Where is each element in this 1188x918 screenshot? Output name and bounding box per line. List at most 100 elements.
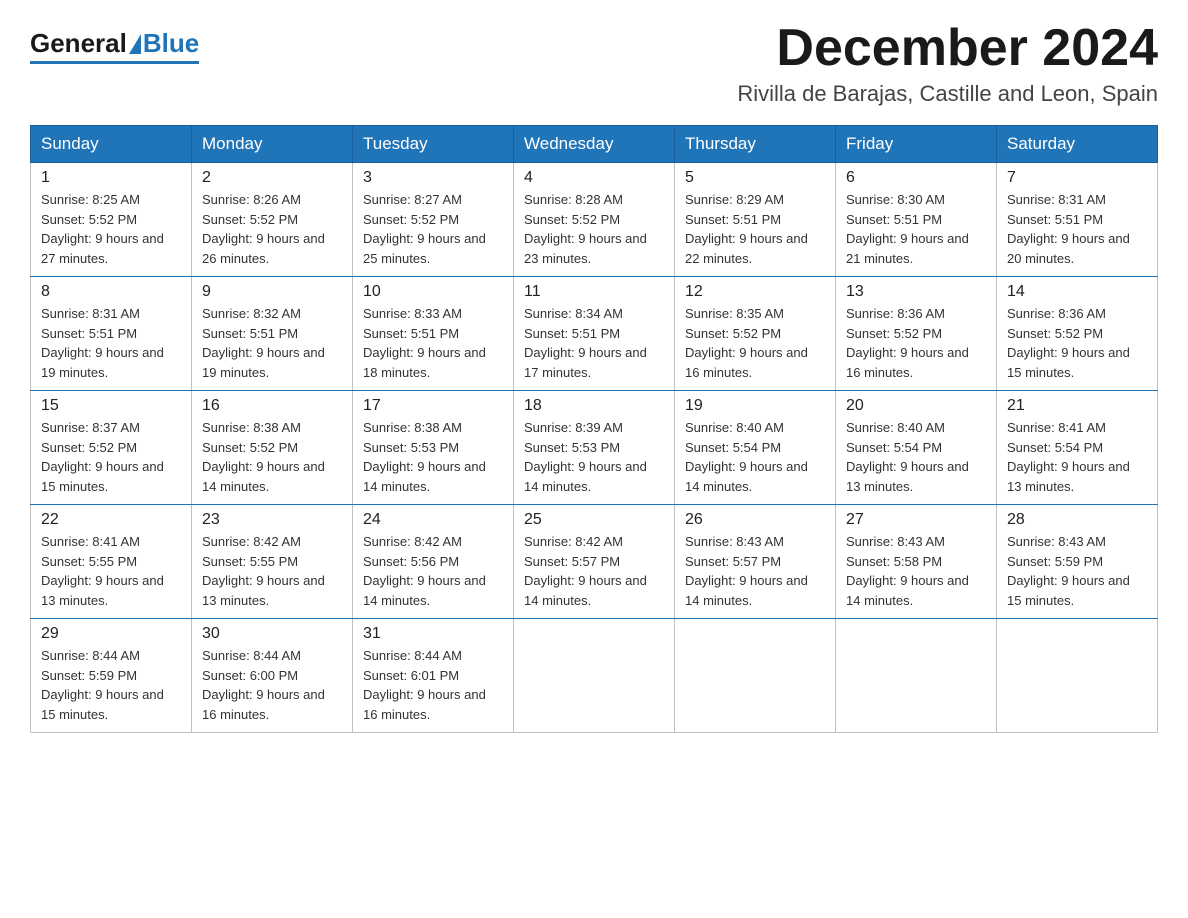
day-number: 17 [363, 397, 503, 415]
day-info: Sunrise: 8:31 AMSunset: 5:51 PMDaylight:… [1007, 192, 1130, 266]
day-info: Sunrise: 8:41 AMSunset: 5:54 PMDaylight:… [1007, 420, 1130, 494]
day-number: 1 [41, 169, 181, 187]
table-row: 10 Sunrise: 8:33 AMSunset: 5:51 PMDaylig… [353, 277, 514, 391]
calendar-week-row: 15 Sunrise: 8:37 AMSunset: 5:52 PMDaylig… [31, 391, 1158, 505]
col-monday: Monday [192, 126, 353, 163]
table-row [514, 619, 675, 733]
day-number: 9 [202, 283, 342, 301]
title-block: December 2024 Rivilla de Barajas, Castil… [737, 20, 1158, 107]
day-info: Sunrise: 8:44 AMSunset: 6:00 PMDaylight:… [202, 648, 325, 722]
day-number: 21 [1007, 397, 1147, 415]
day-info: Sunrise: 8:37 AMSunset: 5:52 PMDaylight:… [41, 420, 164, 494]
day-number: 22 [41, 511, 181, 529]
table-row: 20 Sunrise: 8:40 AMSunset: 5:54 PMDaylig… [836, 391, 997, 505]
day-info: Sunrise: 8:26 AMSunset: 5:52 PMDaylight:… [202, 192, 325, 266]
day-info: Sunrise: 8:40 AMSunset: 5:54 PMDaylight:… [685, 420, 808, 494]
day-number: 27 [846, 511, 986, 529]
table-row: 13 Sunrise: 8:36 AMSunset: 5:52 PMDaylig… [836, 277, 997, 391]
logo-general-text: General [30, 28, 127, 59]
day-info: Sunrise: 8:35 AMSunset: 5:52 PMDaylight:… [685, 306, 808, 380]
table-row: 9 Sunrise: 8:32 AMSunset: 5:51 PMDayligh… [192, 277, 353, 391]
day-number: 11 [524, 283, 664, 301]
col-thursday: Thursday [675, 126, 836, 163]
day-info: Sunrise: 8:38 AMSunset: 5:52 PMDaylight:… [202, 420, 325, 494]
day-info: Sunrise: 8:30 AMSunset: 5:51 PMDaylight:… [846, 192, 969, 266]
day-info: Sunrise: 8:42 AMSunset: 5:56 PMDaylight:… [363, 534, 486, 608]
table-row: 21 Sunrise: 8:41 AMSunset: 5:54 PMDaylig… [997, 391, 1158, 505]
table-row: 12 Sunrise: 8:35 AMSunset: 5:52 PMDaylig… [675, 277, 836, 391]
day-info: Sunrise: 8:27 AMSunset: 5:52 PMDaylight:… [363, 192, 486, 266]
day-number: 10 [363, 283, 503, 301]
col-tuesday: Tuesday [353, 126, 514, 163]
table-row: 28 Sunrise: 8:43 AMSunset: 5:59 PMDaylig… [997, 505, 1158, 619]
day-info: Sunrise: 8:36 AMSunset: 5:52 PMDaylight:… [1007, 306, 1130, 380]
table-row [675, 619, 836, 733]
day-number: 6 [846, 169, 986, 187]
calendar-table: Sunday Monday Tuesday Wednesday Thursday… [30, 125, 1158, 733]
day-number: 12 [685, 283, 825, 301]
day-number: 7 [1007, 169, 1147, 187]
day-number: 19 [685, 397, 825, 415]
day-number: 28 [1007, 511, 1147, 529]
day-info: Sunrise: 8:39 AMSunset: 5:53 PMDaylight:… [524, 420, 647, 494]
day-number: 3 [363, 169, 503, 187]
day-number: 26 [685, 511, 825, 529]
day-number: 16 [202, 397, 342, 415]
table-row: 18 Sunrise: 8:39 AMSunset: 5:53 PMDaylig… [514, 391, 675, 505]
day-info: Sunrise: 8:44 AMSunset: 5:59 PMDaylight:… [41, 648, 164, 722]
table-row: 8 Sunrise: 8:31 AMSunset: 5:51 PMDayligh… [31, 277, 192, 391]
table-row: 19 Sunrise: 8:40 AMSunset: 5:54 PMDaylig… [675, 391, 836, 505]
table-row: 17 Sunrise: 8:38 AMSunset: 5:53 PMDaylig… [353, 391, 514, 505]
day-number: 30 [202, 625, 342, 643]
calendar-header-row: Sunday Monday Tuesday Wednesday Thursday… [31, 126, 1158, 163]
day-info: Sunrise: 8:43 AMSunset: 5:58 PMDaylight:… [846, 534, 969, 608]
day-number: 24 [363, 511, 503, 529]
location-title: Rivilla de Barajas, Castille and Leon, S… [737, 81, 1158, 107]
table-row: 11 Sunrise: 8:34 AMSunset: 5:51 PMDaylig… [514, 277, 675, 391]
table-row: 16 Sunrise: 8:38 AMSunset: 5:52 PMDaylig… [192, 391, 353, 505]
table-row: 30 Sunrise: 8:44 AMSunset: 6:00 PMDaylig… [192, 619, 353, 733]
logo: General Blue [30, 20, 199, 64]
table-row [836, 619, 997, 733]
calendar-week-row: 29 Sunrise: 8:44 AMSunset: 5:59 PMDaylig… [31, 619, 1158, 733]
day-info: Sunrise: 8:28 AMSunset: 5:52 PMDaylight:… [524, 192, 647, 266]
logo-blue-text: Blue [143, 28, 199, 59]
table-row: 14 Sunrise: 8:36 AMSunset: 5:52 PMDaylig… [997, 277, 1158, 391]
day-number: 4 [524, 169, 664, 187]
calendar-week-row: 22 Sunrise: 8:41 AMSunset: 5:55 PMDaylig… [31, 505, 1158, 619]
day-number: 23 [202, 511, 342, 529]
day-info: Sunrise: 8:43 AMSunset: 5:59 PMDaylight:… [1007, 534, 1130, 608]
day-number: 31 [363, 625, 503, 643]
table-row: 25 Sunrise: 8:42 AMSunset: 5:57 PMDaylig… [514, 505, 675, 619]
day-info: Sunrise: 8:41 AMSunset: 5:55 PMDaylight:… [41, 534, 164, 608]
day-info: Sunrise: 8:33 AMSunset: 5:51 PMDaylight:… [363, 306, 486, 380]
col-saturday: Saturday [997, 126, 1158, 163]
day-number: 14 [1007, 283, 1147, 301]
day-info: Sunrise: 8:40 AMSunset: 5:54 PMDaylight:… [846, 420, 969, 494]
page-header: General Blue December 2024 Rivilla de Ba… [30, 20, 1158, 107]
day-number: 18 [524, 397, 664, 415]
day-info: Sunrise: 8:42 AMSunset: 5:55 PMDaylight:… [202, 534, 325, 608]
day-info: Sunrise: 8:29 AMSunset: 5:51 PMDaylight:… [685, 192, 808, 266]
day-number: 13 [846, 283, 986, 301]
table-row: 31 Sunrise: 8:44 AMSunset: 6:01 PMDaylig… [353, 619, 514, 733]
day-info: Sunrise: 8:32 AMSunset: 5:51 PMDaylight:… [202, 306, 325, 380]
logo-underline [30, 61, 199, 64]
day-info: Sunrise: 8:38 AMSunset: 5:53 PMDaylight:… [363, 420, 486, 494]
table-row: 27 Sunrise: 8:43 AMSunset: 5:58 PMDaylig… [836, 505, 997, 619]
day-number: 20 [846, 397, 986, 415]
logo-triangle-icon [129, 34, 141, 54]
day-info: Sunrise: 8:43 AMSunset: 5:57 PMDaylight:… [685, 534, 808, 608]
table-row: 5 Sunrise: 8:29 AMSunset: 5:51 PMDayligh… [675, 163, 836, 277]
table-row: 23 Sunrise: 8:42 AMSunset: 5:55 PMDaylig… [192, 505, 353, 619]
day-info: Sunrise: 8:44 AMSunset: 6:01 PMDaylight:… [363, 648, 486, 722]
day-number: 5 [685, 169, 825, 187]
table-row: 2 Sunrise: 8:26 AMSunset: 5:52 PMDayligh… [192, 163, 353, 277]
day-number: 8 [41, 283, 181, 301]
day-info: Sunrise: 8:25 AMSunset: 5:52 PMDaylight:… [41, 192, 164, 266]
table-row: 6 Sunrise: 8:30 AMSunset: 5:51 PMDayligh… [836, 163, 997, 277]
day-info: Sunrise: 8:36 AMSunset: 5:52 PMDaylight:… [846, 306, 969, 380]
calendar-week-row: 8 Sunrise: 8:31 AMSunset: 5:51 PMDayligh… [31, 277, 1158, 391]
table-row: 4 Sunrise: 8:28 AMSunset: 5:52 PMDayligh… [514, 163, 675, 277]
table-row: 1 Sunrise: 8:25 AMSunset: 5:52 PMDayligh… [31, 163, 192, 277]
